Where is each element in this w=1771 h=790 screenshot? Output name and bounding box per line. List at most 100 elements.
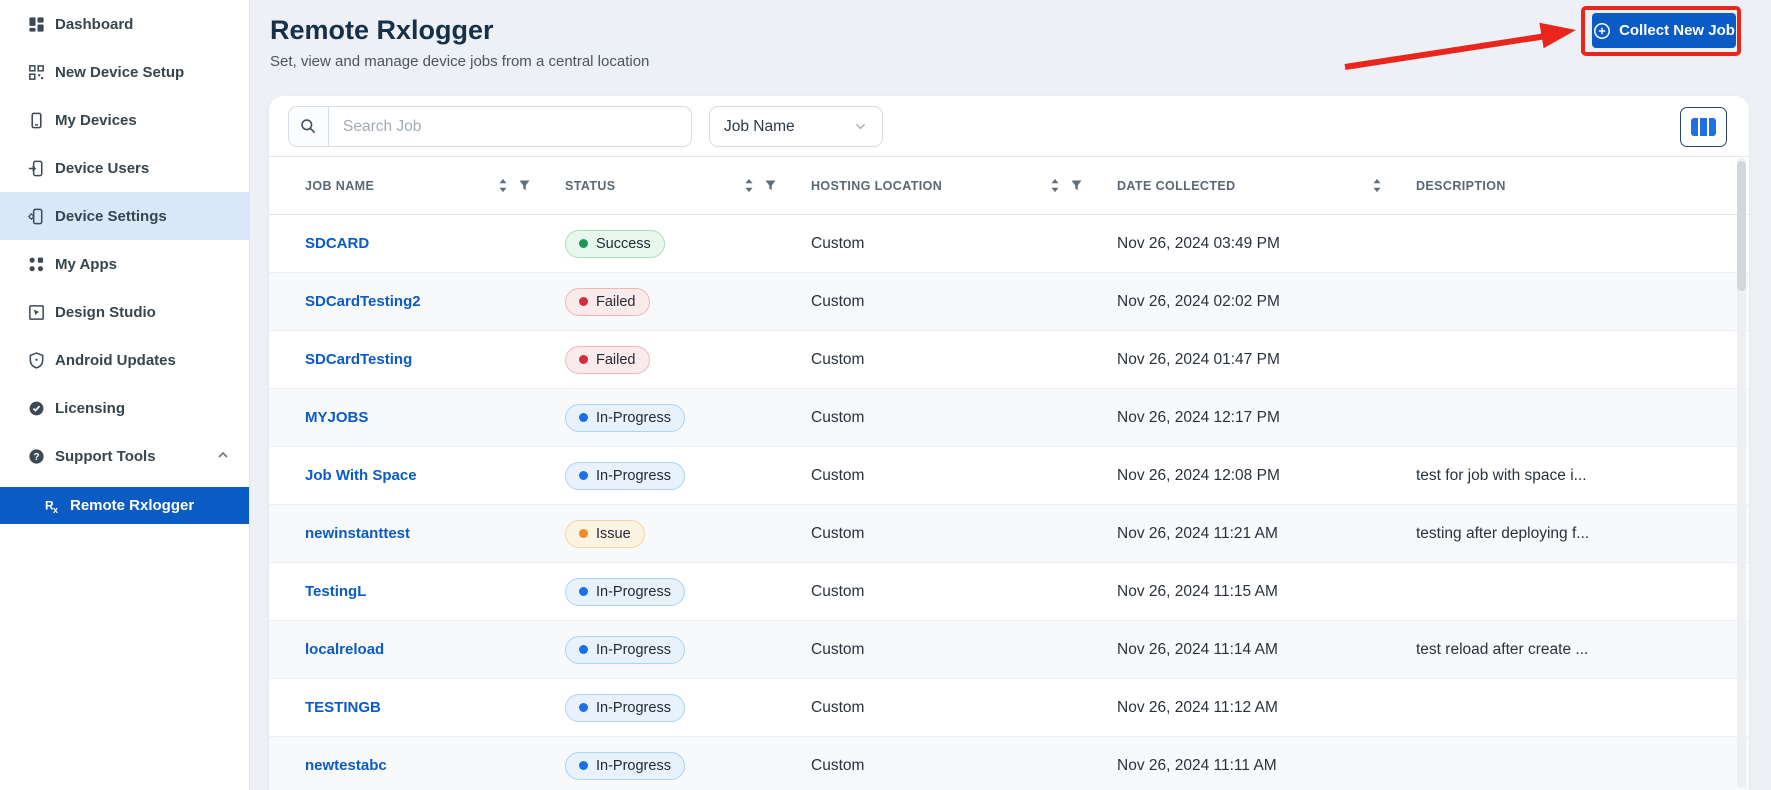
qr-scan-icon (26, 62, 46, 82)
hosting-location-cell: Custom (811, 583, 1117, 601)
column-header-hosting-location: HOSTING LOCATION (811, 178, 1117, 193)
date-collected-cell: Nov 26, 2024 12:17 PM (1117, 409, 1416, 427)
status-dot (579, 471, 588, 480)
table-body: SDCARD Success Custom Nov 26, 2024 03:49… (269, 215, 1749, 790)
date-collected-cell: Nov 26, 2024 11:14 AM (1117, 641, 1416, 659)
sort-icon[interactable] (744, 178, 754, 193)
search-icon[interactable] (289, 107, 329, 146)
sort-icon[interactable] (1050, 178, 1060, 193)
sidebar-item-android-updates[interactable]: Android Updates (0, 336, 249, 384)
sidebar-item-design-studio[interactable]: Design Studio (0, 288, 249, 336)
status-badge: Issue (565, 520, 645, 548)
svg-text:x: x (53, 505, 58, 515)
device-user-icon (26, 158, 46, 178)
table-scrollbar-thumb[interactable] (1737, 161, 1746, 291)
job-name-link[interactable]: TestingL (305, 583, 366, 600)
sidebar-item-label: Device Settings (55, 208, 167, 225)
jobs-card: Job Name JOB NAME STATUS HOSTING LOCATIO… (269, 96, 1749, 790)
column-header-date-collected: DATE COLLECTED (1117, 178, 1416, 193)
description-cell: test reload after create ... (1416, 641, 1709, 659)
date-collected-cell: Nov 26, 2024 11:21 AM (1117, 525, 1416, 543)
job-name-link[interactable]: SDCardTesting2 (305, 293, 421, 310)
sidebar-item-label: Android Updates (55, 352, 176, 369)
sidebar-item-my-devices[interactable]: My Devices (0, 96, 249, 144)
license-badge-icon (26, 398, 46, 418)
status-badge: In-Progress (565, 462, 685, 490)
columns-icon (1691, 118, 1716, 136)
hosting-location-cell: Custom (811, 699, 1117, 717)
sidebar-item-label: Dashboard (55, 16, 133, 33)
table-header-row: JOB NAME STATUS HOSTING LOCATION DATE CO… (269, 156, 1749, 215)
collect-new-job-button[interactable]: Collect New Job (1592, 13, 1736, 48)
status-label: In-Progress (596, 410, 671, 426)
sidebar-item-new-device-setup[interactable]: New Device Setup (0, 48, 249, 96)
sidebar-item-label: Support Tools (55, 448, 156, 465)
hosting-location-cell: Custom (811, 525, 1117, 543)
date-collected-cell: Nov 26, 2024 01:47 PM (1117, 351, 1416, 369)
date-collected-cell: Nov 26, 2024 11:12 AM (1117, 699, 1416, 717)
status-dot (579, 529, 588, 538)
job-name-link[interactable]: Job With Space (305, 467, 417, 484)
status-badge: In-Progress (565, 694, 685, 722)
filter-icon[interactable] (518, 179, 531, 192)
date-collected-cell: Nov 26, 2024 03:49 PM (1117, 235, 1416, 253)
table-row: MYJOBS In-Progress Custom Nov 26, 2024 1… (269, 389, 1749, 447)
table-row: TestingL In-Progress Custom Nov 26, 2024… (269, 563, 1749, 621)
chevron-up-icon[interactable] (215, 447, 231, 468)
sidebar-item-my-apps[interactable]: My Apps (0, 240, 249, 288)
filter-icon[interactable] (764, 179, 777, 192)
shield-icon (26, 350, 46, 370)
page-subtitle: Set, view and manage device jobs from a … (270, 53, 649, 70)
device-settings-icon (26, 206, 46, 226)
filter-field-dropdown[interactable]: Job Name (709, 106, 883, 147)
annotation-arrow (1330, 15, 1590, 80)
description-cell: test for job with space i... (1416, 467, 1709, 485)
smartphone-icon (26, 110, 46, 130)
job-name-link[interactable]: TESTINGB (305, 699, 381, 716)
column-header-description: DESCRIPTION (1416, 179, 1709, 193)
status-dot (579, 239, 588, 248)
sidebar-item-dashboard[interactable]: Dashboard (0, 0, 249, 48)
status-label: Failed (596, 352, 636, 368)
job-name-link[interactable]: localreload (305, 641, 384, 658)
status-dot (579, 587, 588, 596)
status-badge: Failed (565, 346, 650, 374)
status-label: In-Progress (596, 468, 671, 484)
hosting-location-cell: Custom (811, 351, 1117, 369)
status-dot (579, 703, 588, 712)
sidebar-item-label: Device Users (55, 160, 149, 177)
table-row: SDCardTesting2 Failed Custom Nov 26, 202… (269, 273, 1749, 331)
table-row: SDCARD Success Custom Nov 26, 2024 03:49… (269, 215, 1749, 273)
job-name-link[interactable]: newinstanttest (305, 525, 410, 542)
rx-icon: Rx (42, 496, 62, 516)
status-label: Issue (596, 526, 631, 542)
filter-icon[interactable] (1070, 179, 1083, 192)
search-input[interactable] (329, 107, 691, 146)
job-name-link[interactable]: SDCardTesting (305, 351, 412, 368)
job-name-link[interactable]: newtestabc (305, 757, 387, 774)
status-label: In-Progress (596, 642, 671, 658)
sidebar-item-remote-rxlogger[interactable]: Rx Remote Rxlogger (0, 487, 249, 524)
sidebar-item-label: My Apps (55, 256, 117, 273)
plus-circle-icon (1593, 22, 1611, 40)
hosting-location-cell: Custom (811, 467, 1117, 485)
sidebar-item-support-tools[interactable]: ? Support Tools (0, 432, 249, 480)
status-label: Failed (596, 294, 636, 310)
job-name-link[interactable]: MYJOBS (305, 409, 368, 426)
status-label: In-Progress (596, 700, 671, 716)
sidebar-item-licensing[interactable]: Licensing (0, 384, 249, 432)
column-header-job-name: JOB NAME (305, 178, 565, 193)
sort-icon[interactable] (498, 178, 508, 193)
job-name-link[interactable]: SDCARD (305, 235, 369, 252)
sidebar-item-device-users[interactable]: Device Users (0, 144, 249, 192)
filter-field-value: Job Name (724, 118, 795, 136)
column-settings-button[interactable] (1680, 107, 1727, 147)
sidebar-item-device-settings[interactable]: Device Settings (0, 192, 249, 240)
sidebar-subitem-label: Remote Rxlogger (70, 497, 194, 514)
sidebar-item-label: My Devices (55, 112, 137, 129)
search-box (288, 106, 692, 147)
sort-icon[interactable] (1372, 178, 1382, 193)
table-row: TESTINGB In-Progress Custom Nov 26, 2024… (269, 679, 1749, 737)
sidebar-item-label: Design Studio (55, 304, 156, 321)
sidebar: Dashboard New Device Setup My Devices De… (0, 0, 250, 790)
